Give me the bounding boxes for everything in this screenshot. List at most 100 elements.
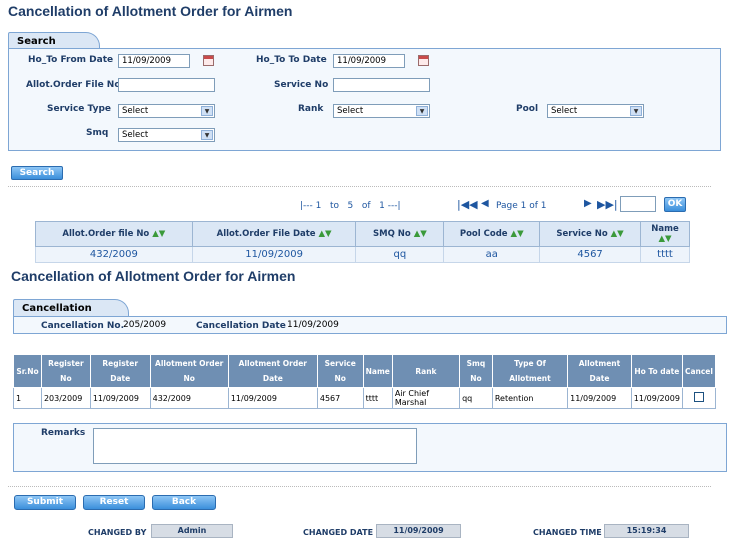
col-header-label: Pool Code bbox=[459, 229, 508, 239]
changed-time-value: 15:19:34 bbox=[604, 524, 689, 538]
file-no-label: Allot.Order File No bbox=[26, 80, 121, 90]
smq-select[interactable]: Select ▼ bbox=[118, 128, 215, 142]
col-header: Smq No bbox=[459, 354, 493, 388]
service-no-label: Service No bbox=[274, 80, 329, 90]
rank-label: Rank bbox=[298, 104, 324, 114]
col-header-label: Allot.Order file No bbox=[62, 229, 150, 239]
table-cell: 4567 bbox=[316, 387, 364, 409]
changed-time-label: CHANGED TIME bbox=[533, 528, 602, 537]
table-cell[interactable]: qq bbox=[355, 246, 445, 263]
tab-search[interactable]: Search bbox=[8, 32, 100, 49]
service-no-input[interactable] bbox=[333, 78, 430, 92]
table-cell[interactable]: tttt bbox=[640, 246, 690, 263]
pagination-range: |--- 1 to 5 of 1 ---| bbox=[300, 201, 401, 211]
ok-button[interactable]: OK bbox=[664, 197, 686, 212]
table-cell[interactable]: 432/2009 bbox=[35, 246, 193, 263]
col-header: Ho To date bbox=[630, 354, 683, 388]
cancellation-date-value: 11/09/2009 bbox=[287, 320, 339, 330]
table-cell: 432/2009 bbox=[149, 387, 229, 409]
remarks-textarea[interactable] bbox=[93, 428, 417, 464]
col-header: Register Date bbox=[89, 354, 151, 388]
service-type-value: Select bbox=[122, 106, 149, 116]
table-cell: tttt bbox=[362, 387, 393, 409]
results-header-row: Allot.Order file No ▲▼ Allot.Order File … bbox=[35, 221, 690, 247]
calendar-icon[interactable] bbox=[203, 55, 214, 66]
col-header: Cancel bbox=[681, 354, 717, 388]
to-date-input[interactable]: 11/09/2009 bbox=[333, 54, 405, 68]
col-header: Allotment Order No bbox=[149, 354, 229, 388]
col-header[interactable]: Service No ▲▼ bbox=[539, 221, 641, 247]
next-page-icon[interactable]: ▶ bbox=[584, 198, 592, 209]
search-button[interactable]: Search bbox=[11, 166, 63, 180]
col-header-label: Service No bbox=[556, 229, 608, 239]
table-cell: Retention bbox=[491, 387, 569, 409]
divider bbox=[8, 486, 711, 487]
last-page-icon[interactable]: ▶▶| bbox=[597, 198, 618, 211]
col-header: Rank bbox=[391, 354, 461, 388]
service-type-label: Service Type bbox=[47, 104, 112, 114]
table-cell: qq bbox=[459, 387, 493, 409]
cancel-cell bbox=[681, 387, 717, 409]
page-number-input[interactable] bbox=[620, 196, 656, 212]
table-cell[interactable]: aa bbox=[443, 246, 541, 263]
chevron-down-icon: ▼ bbox=[630, 106, 642, 116]
col-header: Type Of Allotment bbox=[491, 354, 569, 388]
prev-page-icon[interactable]: ◀ bbox=[481, 198, 489, 209]
col-header[interactable]: Name ▲▼ bbox=[640, 221, 690, 247]
col-header-label: Name bbox=[651, 224, 679, 234]
col-header: Sr.No bbox=[13, 354, 42, 388]
table-row: 1 203/2009 11/09/2009 432/2009 11/09/200… bbox=[13, 387, 717, 409]
pool-label: Pool bbox=[516, 104, 539, 114]
cancellation-no-label: Cancellation No. bbox=[41, 321, 125, 331]
col-header: Allotment Date bbox=[567, 354, 632, 388]
chevron-down-icon: ▼ bbox=[201, 130, 213, 140]
col-header: Allotment Order Date bbox=[227, 354, 318, 388]
rank-select[interactable]: Select ▼ bbox=[333, 104, 430, 118]
section-title: Cancellation of Allotment Order for Airm… bbox=[11, 268, 296, 284]
col-header-label: Allot.Order File Date bbox=[216, 229, 316, 239]
table-cell[interactable]: 4567 bbox=[539, 246, 641, 263]
col-header[interactable]: Allot.Order File Date ▲▼ bbox=[191, 221, 357, 247]
cancellation-no-value: 205/2009 bbox=[123, 320, 167, 330]
back-button[interactable]: Back bbox=[152, 495, 216, 510]
chevron-down-icon: ▼ bbox=[416, 106, 428, 116]
chevron-down-icon: ▼ bbox=[201, 106, 213, 116]
detail-header-row: Sr.No Register No Register Date Allotmen… bbox=[13, 354, 717, 388]
divider bbox=[8, 186, 711, 187]
cancel-checkbox[interactable] bbox=[693, 392, 704, 402]
table-cell: 1 bbox=[13, 387, 42, 409]
reset-button[interactable]: Reset bbox=[83, 495, 145, 510]
col-header[interactable]: Pool Code ▲▼ bbox=[443, 221, 541, 247]
page-indicator: Page 1 of 1 bbox=[496, 201, 547, 211]
table-cell: 11/09/2009 bbox=[567, 387, 632, 409]
col-header[interactable]: SMQ No ▲▼ bbox=[355, 221, 445, 247]
table-cell: 203/2009 bbox=[40, 387, 91, 409]
col-header[interactable]: Allot.Order file No ▲▼ bbox=[35, 221, 193, 247]
smq-label: Smq bbox=[86, 128, 109, 138]
changed-date-label: CHANGED DATE bbox=[303, 528, 374, 537]
tab-cancellation[interactable]: Cancellation bbox=[13, 299, 129, 316]
from-date-label: Ho_To From Date bbox=[28, 55, 114, 65]
to-date-label: Ho_To To Date bbox=[256, 55, 327, 65]
from-date-input[interactable]: 11/09/2009 bbox=[118, 54, 190, 68]
submit-button[interactable]: Submit bbox=[14, 495, 76, 510]
table-cell: 11/09/2009 bbox=[227, 387, 318, 409]
table-cell: 11/09/2009 bbox=[89, 387, 151, 409]
col-header: Name bbox=[362, 354, 393, 388]
page-title: Cancellation of Allotment Order for Airm… bbox=[8, 3, 293, 19]
pool-select[interactable]: Select ▼ bbox=[547, 104, 644, 118]
rank-value: Select bbox=[337, 106, 364, 116]
service-type-select[interactable]: Select ▼ bbox=[118, 104, 215, 118]
first-page-icon[interactable]: |◀◀ bbox=[457, 198, 478, 211]
changed-by-value: Admin bbox=[151, 524, 233, 538]
detail-table: Sr.No Register No Register Date Allotmen… bbox=[13, 354, 717, 409]
table-row[interactable]: 432/2009 11/09/2009 qq aa 4567 tttt bbox=[35, 246, 690, 263]
col-header-label: SMQ No bbox=[373, 229, 411, 239]
changed-by-label: CHANGED BY bbox=[88, 528, 147, 537]
table-cell[interactable]: 11/09/2009 bbox=[191, 246, 357, 263]
col-header: Register No bbox=[40, 354, 91, 388]
changed-date-value: 11/09/2009 bbox=[376, 524, 461, 538]
cancellation-date-label: Cancellation Date bbox=[196, 321, 286, 331]
file-no-input[interactable] bbox=[118, 78, 215, 92]
calendar-icon[interactable] bbox=[418, 55, 429, 66]
